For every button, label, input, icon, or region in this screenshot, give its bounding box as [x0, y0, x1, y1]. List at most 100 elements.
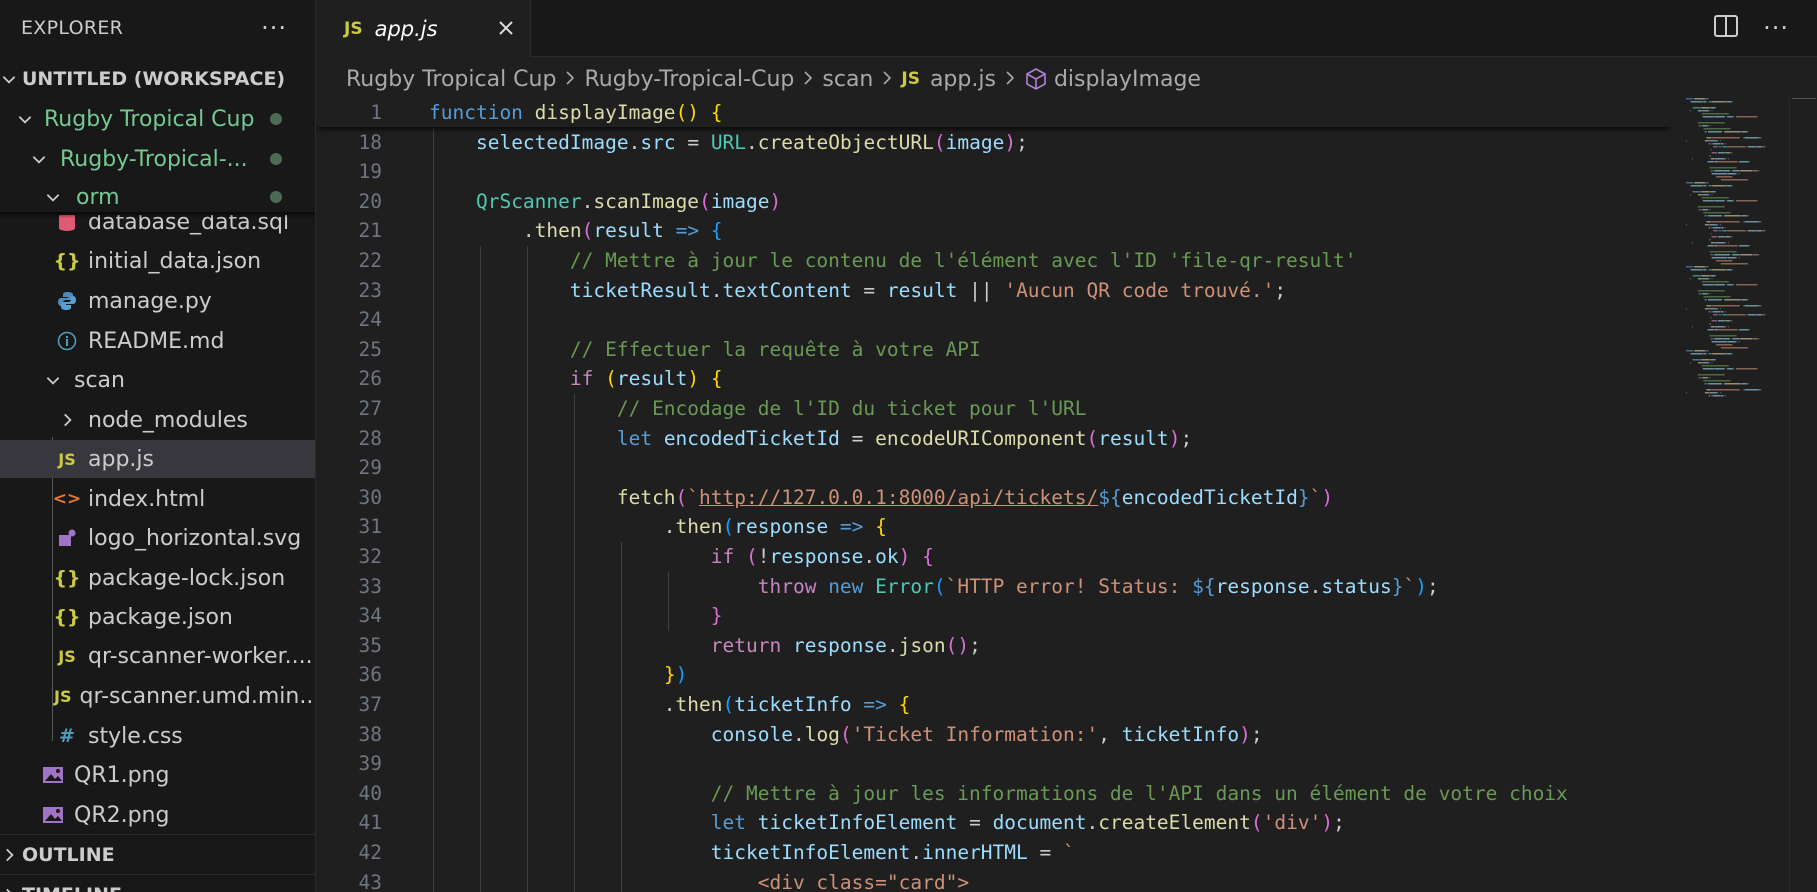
minimap-mark	[1721, 311, 1723, 313]
tab-app-js[interactable]: JS app.js	[316, 0, 531, 57]
minimap-mark	[1729, 320, 1732, 322]
file-qr1-png[interactable]: QR1.png	[0, 756, 315, 794]
file-readme-md[interactable]: README.md	[0, 322, 315, 360]
code-line[interactable]: 41 let ticketInfoElement = document.crea…	[316, 808, 1672, 837]
minimap-mark	[1725, 269, 1727, 271]
minimap-mark	[1713, 143, 1721, 145]
file-qr-scanner-worker[interactable]: JS qr-scanner-worker....	[0, 637, 315, 675]
minimap-mark	[1710, 326, 1715, 328]
minimap-mark	[1758, 305, 1760, 307]
close-icon[interactable]	[495, 17, 517, 39]
code-line[interactable]: 19	[316, 157, 1672, 186]
file-app-js[interactable]: JS app.js	[0, 440, 315, 478]
file-qr2-png[interactable]: QR2.png	[0, 796, 315, 834]
folder-orm[interactable]: orm	[0, 179, 315, 215]
file-package-lock-json[interactable]: {} package-lock.json	[0, 559, 315, 597]
code-line[interactable]: 34 }	[316, 601, 1672, 630]
minimap-mark	[1704, 266, 1709, 268]
breadcrumb-file[interactable]: app.js	[930, 67, 996, 92]
minimap-mark	[1729, 152, 1732, 154]
minimap-mark	[1748, 245, 1749, 247]
code-line[interactable]: 33 throw new Error(`HTTP error! Status: …	[316, 572, 1672, 601]
code-line[interactable]: 28 let encodedTicketId = encodeURICompon…	[316, 424, 1672, 453]
token: displayImage	[534, 101, 676, 124]
file-initial-data-json[interactable]: {} initial_data.json	[0, 242, 315, 280]
sticky-scroll-line[interactable]: 1 function displayImage() {	[316, 98, 1672, 127]
folder-scan[interactable]: scan	[0, 361, 315, 399]
code-line[interactable]: 42 ticketInfoElement.innerHTML = `	[316, 838, 1672, 867]
breadcrumb-item[interactable]: scan	[822, 67, 873, 92]
code-line[interactable]: 26 if (result) {	[316, 364, 1672, 393]
code-line[interactable]: 27 // Encodage de l'ID du ticket pour l'…	[316, 394, 1672, 423]
outline-section[interactable]: OUTLINE	[0, 834, 315, 875]
code-line[interactable]: 22 // Mettre à jour le contenu de l'élém…	[316, 246, 1672, 275]
file-style-css[interactable]: # style.css	[0, 717, 315, 755]
minimap-mark	[1701, 191, 1710, 193]
folder-node-modules[interactable]: node_modules	[0, 401, 315, 439]
code-line[interactable]: 24	[316, 305, 1672, 334]
code-line[interactable]: 40 // Mettre à jour les informations de …	[316, 779, 1672, 808]
file-package-json[interactable]: {} package.json	[0, 598, 315, 636]
code-line[interactable]: 23 ticketResult.textContent = result || …	[316, 276, 1672, 305]
file-logo-horizontal-svg[interactable]: logo_horizontal.svg	[0, 519, 315, 557]
code-line[interactable]: 31 .then(response => {	[316, 512, 1672, 541]
code-editor[interactable]: 1 function displayImage() {18 selectedIma…	[316, 98, 1672, 892]
code-line[interactable]: 32 if (!response.ok) {	[316, 542, 1672, 571]
code-line[interactable]: 35 return response.json();	[316, 631, 1672, 660]
minimap-mark	[1712, 101, 1726, 103]
code-line[interactable]: 37 .then(ticketInfo => {	[316, 690, 1672, 719]
minimap[interactable]	[1672, 98, 1789, 892]
minimap-mark	[1711, 305, 1713, 307]
file-qr-scanner-umd-min[interactable]: JS qr-scanner.umd.min...	[0, 677, 315, 715]
minimap-mark	[1747, 131, 1749, 133]
code-line[interactable]: 30 fetch(`http://127.0.0.1:8000/api/tick…	[316, 483, 1672, 512]
folder-rugby-tropical-cup[interactable]: Rugby Tropical Cup	[0, 100, 315, 138]
minimap-mark	[1716, 260, 1733, 262]
minimap-mark	[1692, 359, 1701, 361]
minimap-mark	[1729, 170, 1731, 172]
minimap-mark	[1758, 389, 1760, 391]
file-manage-py[interactable]: manage.py	[0, 282, 315, 320]
minimap-mark	[1726, 236, 1730, 238]
file-label: style.css	[88, 723, 183, 749]
split-editor-icon[interactable]	[1713, 14, 1739, 42]
code-line[interactable]: 20 QrScanner.scanImage(image)	[316, 187, 1672, 216]
minimap-mark	[1721, 395, 1723, 397]
code-line[interactable]: 18 selectedImage.src = URL.createObjectU…	[316, 128, 1672, 157]
image-icon	[40, 765, 66, 785]
vertical-scrollbar[interactable]	[1789, 98, 1817, 892]
minimap-mark	[1725, 185, 1727, 187]
code-line[interactable]: 25 // Effectuer la requête à votre API	[316, 335, 1672, 364]
code-line[interactable]: 39	[316, 749, 1672, 778]
more-actions-icon[interactable]: ···	[261, 14, 287, 42]
minimap-mark	[1713, 395, 1721, 397]
code-line[interactable]: 38 console.log('Ticket Information:', ti…	[316, 720, 1672, 749]
file-index-html[interactable]: <> index.html	[0, 480, 315, 518]
code-line[interactable]: 29	[316, 453, 1672, 482]
code-line[interactable]: 21 .then(result => {	[316, 216, 1672, 245]
token: // Encodage de l'ID du ticket pour l'URL	[616, 397, 1087, 420]
minimap-mark	[1698, 125, 1701, 127]
breadcrumb-item[interactable]: Rugby Tropical Cup	[346, 67, 556, 92]
breadcrumb-item[interactable]: Rugby-Tropical-Cup	[584, 67, 794, 92]
scrollbar-thumb[interactable]	[1792, 98, 1816, 99]
minimap-mark	[1703, 212, 1731, 214]
code-line[interactable]: 43 <div class="card">	[316, 868, 1672, 892]
more-actions-icon[interactable]: ···	[1763, 14, 1789, 42]
minimap-mark	[1703, 101, 1706, 103]
line-number: 38	[358, 722, 382, 746]
workspace-header[interactable]: UNTITLED (WORKSPACE)	[0, 60, 315, 98]
minimap-mark	[1756, 368, 1758, 370]
token: .	[429, 515, 676, 539]
minimap-mark	[1711, 185, 1713, 187]
minimap-mark	[1731, 152, 1733, 154]
breadcrumb-symbol[interactable]: displayImage	[1054, 67, 1201, 92]
timeline-section[interactable]: TIMELINE	[0, 874, 315, 892]
folder-rugby-tropical-sub[interactable]: Rugby-Tropical-...	[0, 140, 315, 178]
minimap-mark	[1711, 320, 1717, 322]
code-line[interactable]: 36 })	[316, 660, 1672, 689]
minimap-mark	[1752, 338, 1753, 340]
minimap-mark	[1747, 215, 1749, 217]
indent-guide	[668, 571, 669, 631]
